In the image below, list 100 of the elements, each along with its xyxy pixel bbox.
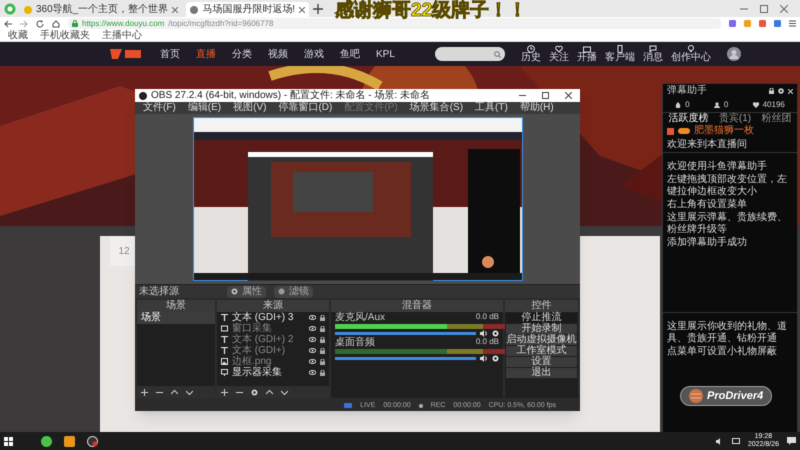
back-icon[interactable]: [4, 20, 12, 28]
move-up-icon[interactable]: [171, 388, 178, 396]
speaker-icon[interactable]: [480, 355, 488, 362]
lock-icon[interactable]: [320, 358, 325, 364]
add-icon[interactable]: [141, 388, 148, 396]
volume-slider[interactable]: [335, 357, 476, 360]
browser-tab[interactable]: 马场国服丹限时返场!: [186, 2, 310, 17]
control-button[interactable]: 设置: [506, 357, 577, 367]
nav-action[interactable]: 消息: [642, 45, 663, 63]
gear-icon[interactable]: [492, 330, 499, 337]
nav-link[interactable]: 鱼吧: [340, 46, 360, 62]
move-down-icon[interactable]: [281, 388, 288, 396]
windows-icon[interactable]: [4, 436, 13, 446]
search-field[interactable]: [434, 47, 505, 61]
lock-icon[interactable]: [320, 336, 325, 342]
nav-link[interactable]: 游戏: [304, 46, 324, 62]
menu-item[interactable]: 视图(V): [233, 103, 266, 113]
chat-message: 这里展示你收到的礼物、道具、贵族开通、钻粉开通: [667, 321, 788, 345]
count-text: 40196: [762, 101, 785, 109]
count-text: 0: [724, 101, 728, 109]
avatar-icon[interactable]: [726, 47, 741, 61]
clock-icon: [526, 45, 535, 53]
speaker-icon[interactable]: [480, 330, 488, 337]
lock-icon[interactable]: [320, 326, 325, 332]
site-logo-icon[interactable]: [108, 47, 144, 61]
bulb-icon: [686, 45, 695, 53]
close-icon[interactable]: [565, 92, 572, 99]
lock-icon[interactable]: [320, 370, 325, 376]
panel-tab[interactable]: 粉丝团: [762, 114, 792, 124]
add-icon[interactable]: [221, 388, 228, 396]
gear-icon[interactable]: [492, 355, 499, 362]
home-icon[interactable]: [52, 20, 60, 28]
close-icon[interactable]: [299, 6, 306, 12]
move-up-icon[interactable]: [266, 388, 273, 396]
menu-icon[interactable]: [789, 20, 796, 27]
new-tab-icon[interactable]: [313, 4, 324, 14]
menu-item[interactable]: 场景集合(S): [410, 103, 464, 113]
nav-link[interactable]: 首页: [160, 46, 180, 62]
menu-item[interactable]: 帮助(H): [520, 103, 554, 113]
control-button[interactable]: 启动虚拟摄像机: [506, 335, 577, 345]
nav-action[interactable]: 客户端: [604, 45, 635, 63]
notification-icon[interactable]: [787, 437, 796, 445]
control-button[interactable]: 停止推流: [506, 313, 577, 323]
gear-icon[interactable]: [251, 388, 258, 396]
bookmark-link[interactable]: 收藏: [8, 30, 28, 40]
record-app-icon[interactable]: [87, 436, 98, 446]
nav-action[interactable]: 关注: [548, 45, 569, 63]
control-button[interactable]: 工作室模式: [506, 346, 577, 356]
network-icon[interactable]: [732, 438, 740, 444]
selection-label: 未选择源: [139, 286, 180, 296]
nav-link[interactable]: 直播: [196, 46, 216, 62]
scene-item[interactable]: 场景: [137, 312, 215, 324]
move-down-icon[interactable]: [186, 388, 193, 396]
eye-icon[interactable]: [309, 370, 316, 375]
panel-tab[interactable]: 活跃度榜: [668, 114, 708, 124]
panel-tab[interactable]: 贵宾(1): [718, 114, 752, 124]
nav-link[interactable]: 分类: [232, 46, 252, 62]
nav-link[interactable]: 视频: [268, 46, 288, 62]
source-item[interactable]: 显示器采集: [232, 368, 305, 378]
volume-slider[interactable]: [335, 332, 476, 335]
source-item[interactable]: 文本 (GDI+) 3: [232, 312, 305, 322]
eye-icon[interactable]: [309, 326, 316, 331]
user-name: 肥墨猫狮一枚: [694, 126, 754, 136]
tab-icon: [24, 6, 32, 14]
menu-item[interactable]: 工具(T): [475, 103, 508, 113]
maximize-icon[interactable]: [542, 92, 549, 99]
minimize-icon[interactable]: [519, 92, 526, 99]
reload-icon[interactable]: [36, 20, 44, 28]
lock-icon[interactable]: [320, 348, 325, 354]
settings-icon[interactable]: [778, 88, 784, 94]
eye-icon[interactable]: [309, 315, 316, 320]
eye-icon[interactable]: [309, 348, 316, 353]
toolbar-button[interactable]: 滤镜: [274, 286, 313, 298]
nav-action[interactable]: 开播: [576, 45, 597, 63]
phone-icon: [616, 45, 624, 53]
source-item[interactable]: 文本 (GDI+) 2: [232, 334, 305, 344]
bookmark-link[interactable]: 手机收藏夹: [40, 30, 90, 40]
menu-item[interactable]: 文件(F): [143, 103, 176, 113]
eye-icon[interactable]: [309, 337, 316, 342]
control-button[interactable]: 开始录制: [506, 324, 577, 334]
menu-item[interactable]: 编辑(E): [188, 103, 222, 113]
nav-link[interactable]: KPL: [376, 46, 395, 62]
dock-title: 来源: [263, 301, 283, 311]
lock-icon[interactable]: [769, 88, 774, 94]
bookmark-link[interactable]: 主播中心: [102, 30, 142, 40]
maximize-icon[interactable]: [760, 4, 768, 12]
source-item[interactable]: 窗口采集: [232, 324, 305, 334]
control-button[interactable]: 退出: [506, 368, 577, 378]
source-item[interactable]: 文本 (GDI+): [232, 346, 305, 356]
channel-reading: 0.0 dB: [476, 313, 499, 323]
badge-icon: [667, 128, 674, 134]
logo-badge: ProDriver4: [680, 386, 772, 406]
toolbar-button[interactable]: 属性: [227, 286, 266, 298]
nav-action[interactable]: 创作中心: [670, 45, 711, 63]
heart-icon: [554, 45, 563, 53]
lock-icon[interactable]: [320, 314, 325, 320]
menu-item[interactable]: 停靠窗口(D): [278, 103, 332, 113]
source-item[interactable]: 边框.png: [232, 356, 305, 366]
eye-icon[interactable]: [309, 359, 316, 364]
nav-action[interactable]: 历史: [520, 45, 541, 63]
